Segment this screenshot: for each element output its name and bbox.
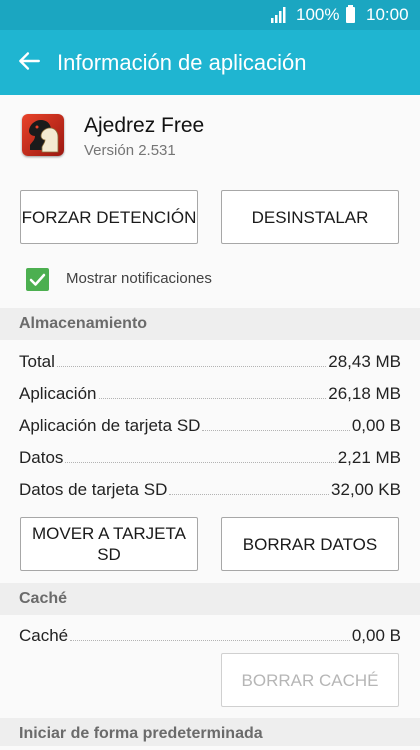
storage-row-sd-data: Datos de tarjeta SD 32,00 KB <box>19 476 401 500</box>
checkmark-icon <box>29 273 46 286</box>
chess-app-icon <box>22 114 64 156</box>
row-value: 26,18 MB <box>328 384 401 403</box>
row-label: Datos de tarjeta SD <box>19 480 168 499</box>
move-to-sd-button[interactable]: MOVER A TARJETA SD <box>20 517 198 571</box>
app-bar: Información de aplicación <box>0 30 420 95</box>
show-notifications-checkbox[interactable] <box>26 268 49 291</box>
clear-data-button[interactable]: BORRAR DATOS <box>221 517 399 571</box>
app-version: Versión 2.531 <box>84 142 176 159</box>
show-notifications-label: Mostrar notificaciones <box>66 270 212 287</box>
storage-header: Almacenamiento <box>0 308 420 340</box>
row-value: 2,21 MB <box>337 448 401 467</box>
row-label: Total <box>19 352 55 371</box>
signal-icon <box>271 7 286 23</box>
cache-header: Caché <box>0 583 420 615</box>
storage-row-data: Datos 2,21 MB <box>19 444 401 468</box>
clock: 10:00 <box>366 5 409 24</box>
app-name: Ajedrez Free <box>84 114 205 137</box>
battery-icon <box>346 5 355 23</box>
row-label: Aplicación <box>19 384 97 403</box>
battery-percent: 100% <box>296 5 340 24</box>
force-stop-button[interactable]: FORZAR DETENCIÓN <box>20 190 198 244</box>
back-arrow-icon[interactable] <box>16 48 42 74</box>
cache-row: Caché 0,00 B <box>19 622 401 646</box>
row-label: Datos <box>19 448 64 467</box>
row-value: 0,00 B <box>351 416 401 435</box>
status-bar: 100% 10:00 <box>0 0 420 30</box>
storage-row-application: Aplicación 26,18 MB <box>19 380 401 404</box>
defaults-header: Iniciar de forma predeterminada <box>0 718 420 746</box>
clear-cache-button[interactable]: BORRAR CACHÉ <box>221 653 399 707</box>
row-value: 0,00 B <box>351 626 401 645</box>
row-value: 28,43 MB <box>328 352 401 371</box>
row-value: 32,00 KB <box>331 480 401 499</box>
uninstall-button[interactable]: DESINSTALAR <box>221 190 399 244</box>
page-title: Información de aplicación <box>57 50 307 75</box>
row-label: Aplicación de tarjeta SD <box>19 416 201 435</box>
row-label: Caché <box>19 626 69 645</box>
storage-row-sd-application: Aplicación de tarjeta SD 0,00 B <box>19 412 401 436</box>
storage-row-total: Total 28,43 MB <box>19 348 401 372</box>
